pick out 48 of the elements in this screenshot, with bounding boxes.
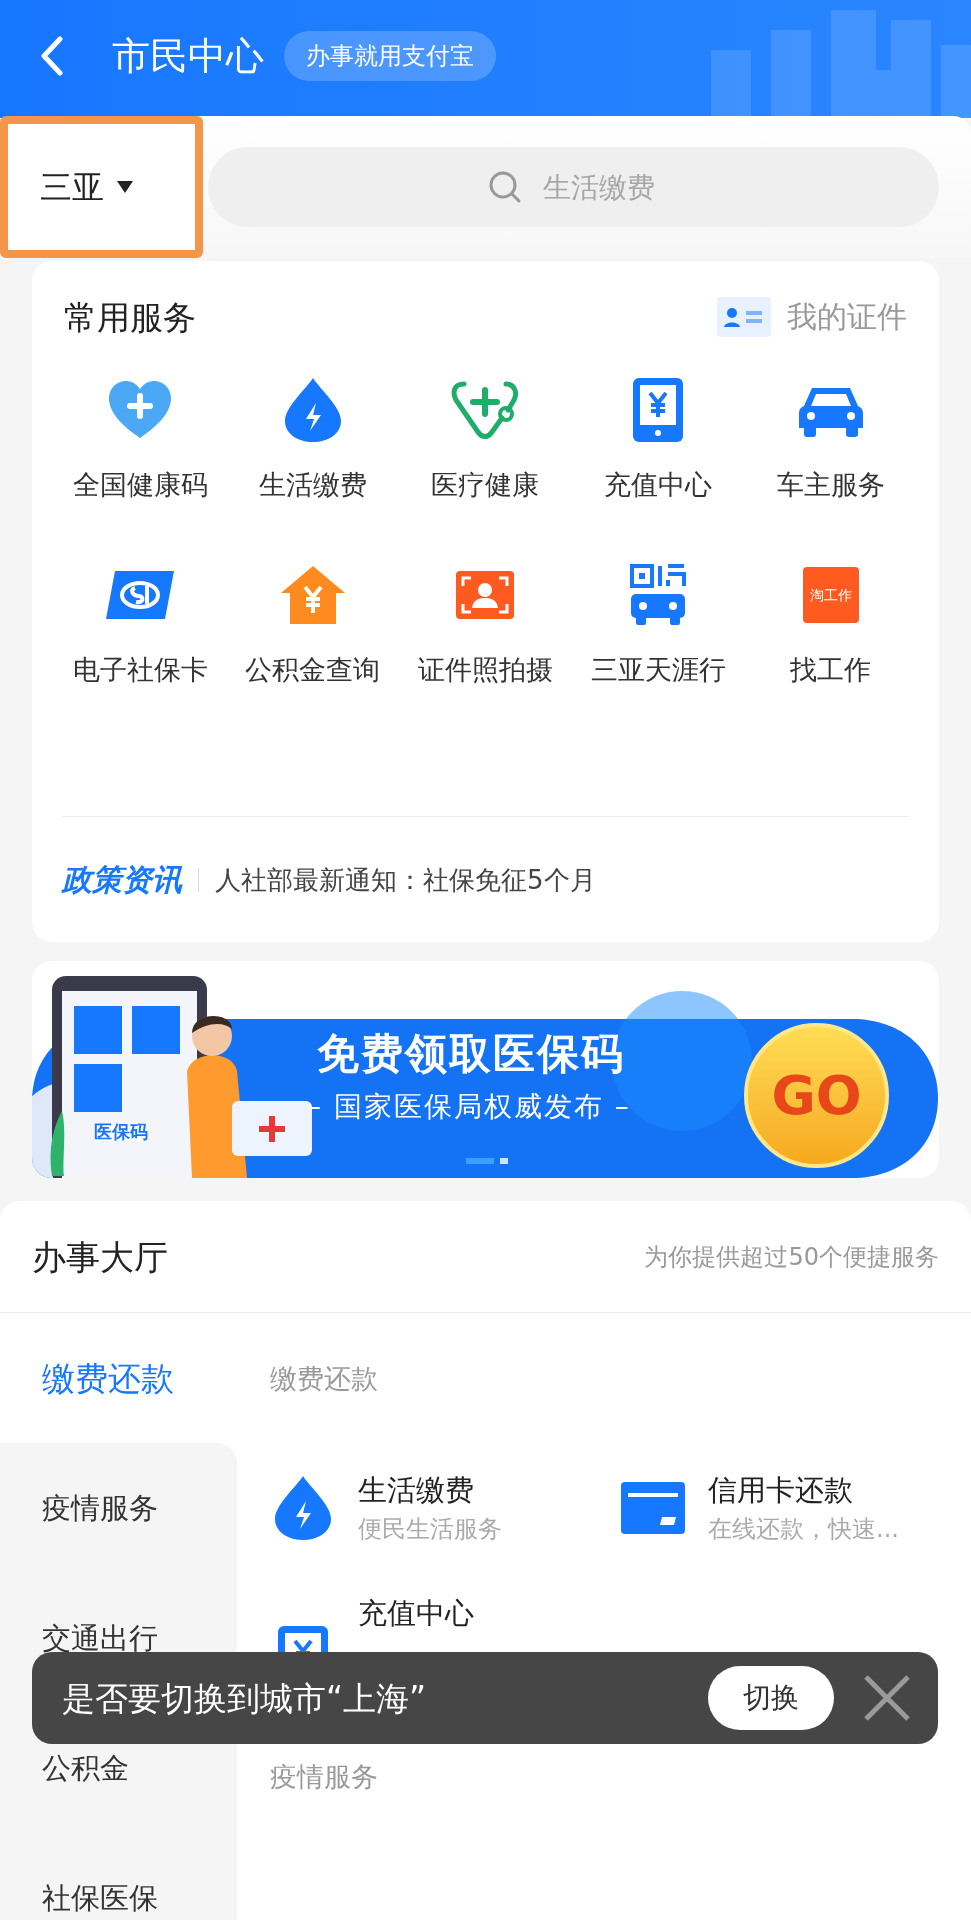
- qr-bus-icon: [630, 564, 687, 626]
- city-selector[interactable]: 三亚: [0, 116, 203, 258]
- heart-plus-icon: [107, 380, 174, 440]
- service-item[interactable]: 淘工作 找工作: [744, 560, 917, 683]
- service-item[interactable]: 医疗健康: [399, 375, 572, 498]
- group-heading: 缴费还款: [270, 1364, 378, 1392]
- close-icon[interactable]: [864, 1675, 910, 1721]
- service-description: 便民生活服务: [358, 1516, 502, 1541]
- service-item[interactable]: 公积金查询: [226, 560, 400, 683]
- lightning-drop-icon: [274, 1475, 332, 1541]
- switch-button[interactable]: 切换: [708, 1666, 834, 1730]
- group-heading: 疫情服务: [270, 1761, 378, 1792]
- slogan-badge: 办事就用支付宝: [284, 31, 496, 81]
- category-tab[interactable]: 疫情服务: [0, 1443, 237, 1573]
- service-item[interactable]: 生活缴费: [226, 375, 400, 498]
- service-item[interactable]: 证件照拍摄: [399, 560, 572, 683]
- service-item[interactable]: 充值中心: [571, 375, 745, 498]
- service-item[interactable]: 全国健康码: [54, 375, 227, 498]
- credit-card-icon: [620, 1481, 686, 1535]
- search-field[interactable]: 生活缴费: [208, 147, 939, 227]
- stethoscope-icon: [450, 380, 521, 440]
- service-item[interactable]: 三亚天涯行: [571, 560, 745, 683]
- page-title: 市民中心: [112, 37, 264, 75]
- service-item[interactable]: 电子社保卡: [54, 560, 227, 683]
- service-description: 在线还款，快速...: [708, 1516, 899, 1541]
- category-tab[interactable]: 社保医保: [0, 1833, 237, 1920]
- house-yuan-icon: [279, 565, 346, 625]
- search-icon: [488, 170, 522, 204]
- social-security-card-icon: [105, 570, 176, 620]
- phone-yuan-icon: [632, 377, 685, 443]
- news-headline[interactable]: 人社部最新通知：社保免征5个月: [215, 866, 596, 893]
- section-subtitle: 为你提供超过50个便捷服务: [644, 1244, 939, 1269]
- id-photo-icon: [455, 570, 516, 620]
- job-icon: 淘工作: [802, 567, 859, 623]
- lightning-drop-icon: [283, 377, 342, 443]
- dropdown-caret-icon: [116, 180, 134, 194]
- policy-news-tag: 政策资讯: [62, 864, 182, 895]
- id-card-icon: [717, 297, 771, 337]
- promo-banner[interactable]: 医保码 免费领取医保码 – 国家医保局权威发布 – GO: [32, 961, 939, 1178]
- service-item[interactable]: 车主服务: [744, 375, 917, 498]
- hall-service-item[interactable]: 生活缴费 便民生活服务: [270, 1443, 620, 1573]
- hall-service-item[interactable]: 信用卡还款 在线还款，快速...: [620, 1443, 971, 1573]
- section-title: 常用服务: [64, 300, 196, 334]
- card-label: 医保码: [94, 1123, 148, 1141]
- banner-subtitle: – 国家医保局权威发布 –: [307, 1093, 631, 1121]
- banner-title: 免费领取医保码: [317, 1033, 625, 1075]
- section-title: 办事大厅: [32, 1239, 168, 1274]
- back-icon[interactable]: [40, 36, 64, 76]
